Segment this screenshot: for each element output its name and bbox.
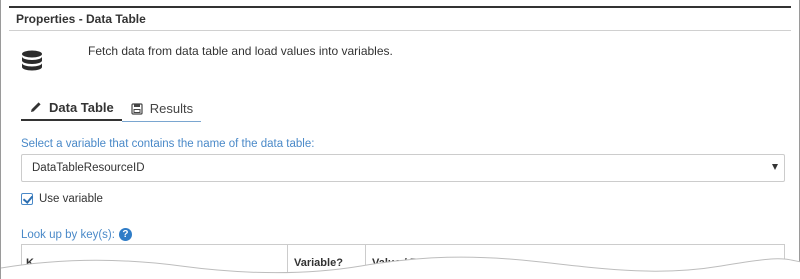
lookup-keys-label: Look up by key(s): ? bbox=[21, 228, 132, 241]
title-divider bbox=[9, 30, 791, 31]
tab-data-table[interactable]: Data Table bbox=[21, 99, 122, 121]
use-variable-label[interactable]: Use variable bbox=[39, 193, 103, 205]
panel-title: Properties - Data Table bbox=[16, 12, 146, 26]
chevron-down-icon bbox=[772, 164, 778, 170]
data-table-select[interactable]: DataTableResourceID bbox=[21, 154, 785, 182]
table-select-label: Select a variable that contains the name… bbox=[21, 138, 315, 150]
torn-edge bbox=[1, 256, 800, 279]
properties-panel: Properties - Data Table Fetch data from … bbox=[0, 0, 800, 279]
data-table-select-value: DataTableResourceID bbox=[32, 162, 145, 174]
lookup-keys-text: Look up by key(s): bbox=[21, 228, 115, 241]
panel-description: Fetch data from data table and load valu… bbox=[88, 44, 393, 58]
tab-data-table-label: Data Table bbox=[49, 99, 114, 115]
tab-bar: Data Table Results bbox=[21, 99, 202, 122]
use-variable-checkbox[interactable] bbox=[21, 193, 33, 205]
database-icon bbox=[22, 50, 42, 71]
tab-results-label: Results bbox=[149, 101, 194, 116]
use-variable-row: Use variable bbox=[21, 193, 103, 205]
top-rule bbox=[9, 6, 791, 8]
pencil-icon bbox=[31, 102, 41, 112]
floppy-disk-icon bbox=[131, 102, 143, 115]
tab-results[interactable]: Results bbox=[121, 100, 202, 122]
question-circle-icon[interactable]: ? bbox=[118, 228, 132, 241]
